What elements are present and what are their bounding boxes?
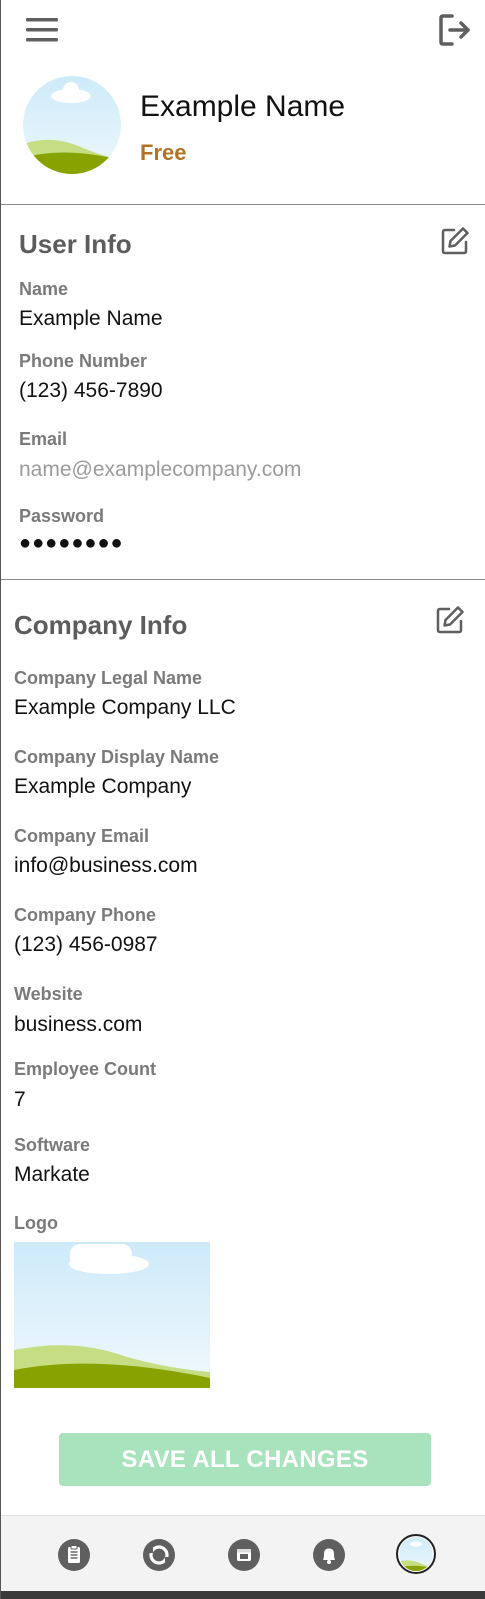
system-bar	[1, 1591, 485, 1599]
field-label-phone: Phone Number	[19, 351, 148, 371]
save-all-changes-button[interactable]: SAVE ALL CHANGES	[59, 1433, 431, 1486]
field-label-software: Software	[14, 1135, 91, 1155]
edit-user-info-button[interactable]	[438, 224, 472, 258]
profile-header: Example Name Free	[1, 0, 485, 204]
field-value-website: business.com	[14, 1013, 143, 1036]
bell-icon	[313, 1539, 345, 1571]
plan-badge: Free	[140, 140, 187, 165]
refresh-icon	[143, 1539, 175, 1571]
logout-button[interactable]	[435, 10, 475, 50]
field-label-employee-count: Employee Count	[14, 1059, 157, 1079]
field-label-name: Name	[19, 279, 69, 299]
field-value-email: name@examplecompany.com	[19, 458, 302, 481]
field-label-display-name: Company Display Name	[14, 747, 220, 767]
user-info-title: User Info	[19, 229, 132, 259]
app-frame: Example Name Free User Info Name Example…	[0, 0, 485, 1599]
field-value-display-name: Example Company	[14, 775, 192, 798]
nav-item-sync[interactable]	[142, 1538, 176, 1572]
company-info-title: Company Info	[14, 610, 188, 640]
nav-item-jobs[interactable]	[57, 1538, 91, 1572]
divider	[1, 579, 485, 580]
nav-item-notifications[interactable]	[312, 1538, 346, 1572]
field-label-legal-name: Company Legal Name	[14, 668, 203, 688]
field-label-website: Website	[14, 984, 83, 1004]
field-value-company-phone: (123) 456-0987	[14, 933, 158, 956]
bottom-nav	[1, 1515, 485, 1591]
clipboard-icon	[58, 1539, 90, 1571]
field-value-phone: (123) 456-7890	[19, 379, 163, 402]
field-value-company-email: info@business.com	[14, 854, 198, 877]
logout-icon	[439, 14, 470, 46]
field-label-company-email: Company Email	[14, 826, 150, 846]
field-value-name: Example Name	[19, 307, 163, 330]
profile-avatar-icon	[396, 1534, 436, 1574]
edit-icon	[441, 227, 469, 255]
field-label-logo: Logo	[14, 1213, 58, 1233]
nav-item-profile[interactable]	[396, 1534, 436, 1574]
hamburger-icon	[26, 18, 58, 42]
field-value-password: ●●●●●●●●	[19, 532, 124, 554]
field-value-legal-name: Example Company LLC	[14, 696, 236, 719]
field-value-employee-count: 7	[14, 1088, 26, 1111]
company-logo-image[interactable]	[14, 1242, 210, 1388]
divider	[1, 204, 485, 205]
field-label-password: Password	[19, 506, 105, 526]
profile-name: Example Name	[140, 90, 346, 123]
field-label-email: Email	[19, 429, 68, 449]
field-label-company-phone: Company Phone	[14, 905, 157, 925]
edit-icon	[436, 606, 464, 634]
menu-button[interactable]	[23, 12, 61, 48]
edit-company-info-button[interactable]	[433, 603, 467, 637]
nav-item-store[interactable]	[227, 1538, 261, 1572]
field-value-software: Markate	[14, 1163, 90, 1186]
store-icon	[228, 1539, 260, 1571]
avatar[interactable]	[23, 76, 121, 174]
